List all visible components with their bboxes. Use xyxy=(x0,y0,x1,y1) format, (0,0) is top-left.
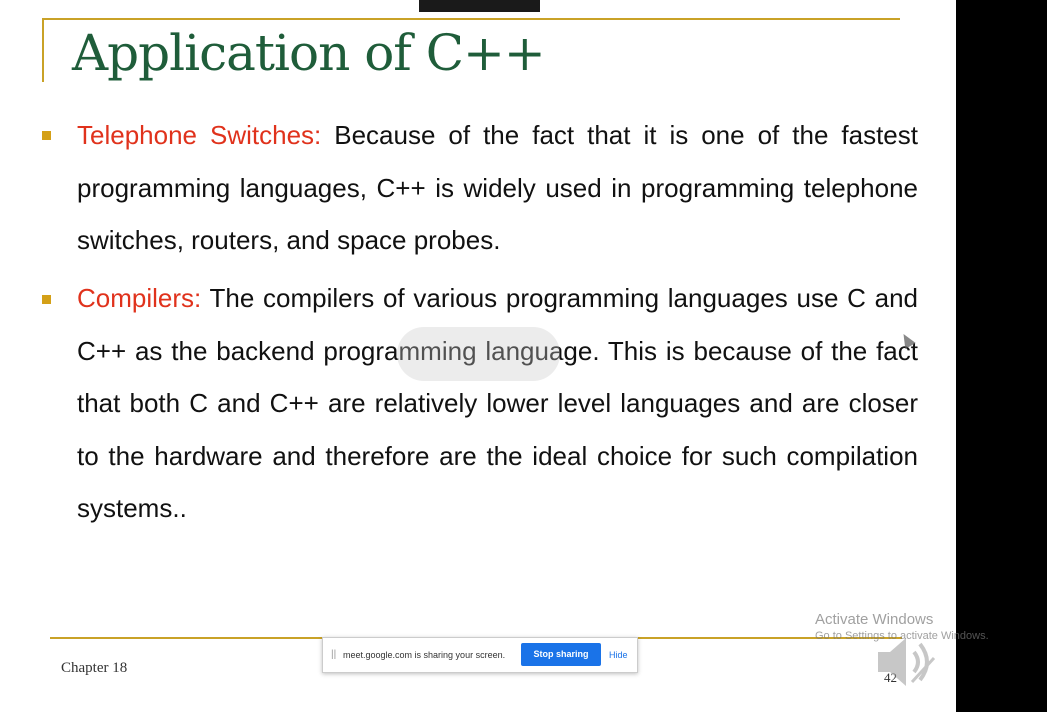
activate-line-1: Activate Windows xyxy=(815,611,934,628)
drag-handle-icon[interactable]: || xyxy=(331,649,336,660)
top-notch xyxy=(419,0,540,12)
bullet-marker-2 xyxy=(42,295,51,304)
bullet-label-2: Compilers: xyxy=(77,283,202,313)
bullet-text-2: The compilers of various programming lan… xyxy=(77,283,918,523)
share-message: meet.google.com is sharing your screen. xyxy=(343,650,506,660)
slide-title: Application of C++ xyxy=(72,24,546,82)
bullet-paragraph-1: Telephone Switches: Because of the fact … xyxy=(77,109,918,267)
title-accent-line xyxy=(42,18,900,20)
right-black-border xyxy=(956,0,1047,712)
speaker-volume-icon xyxy=(878,638,936,686)
title-accent-bar xyxy=(42,18,44,82)
bullet-paragraph-2: Compilers: The compilers of various prog… xyxy=(77,272,918,535)
stop-sharing-button[interactable]: Stop sharing xyxy=(521,643,601,666)
hide-button[interactable]: Hide xyxy=(609,650,628,660)
bullet-marker-1 xyxy=(42,131,51,140)
pointer-highlight xyxy=(397,327,560,381)
footer-chapter: Chapter 18 xyxy=(61,660,128,676)
screen-share-bar: || meet.google.com is sharing your scree… xyxy=(322,637,638,673)
presentation-slide: Application of C++ Telephone Switches: B… xyxy=(0,0,956,712)
bullet-label-1: Telephone Switches: xyxy=(77,120,322,150)
